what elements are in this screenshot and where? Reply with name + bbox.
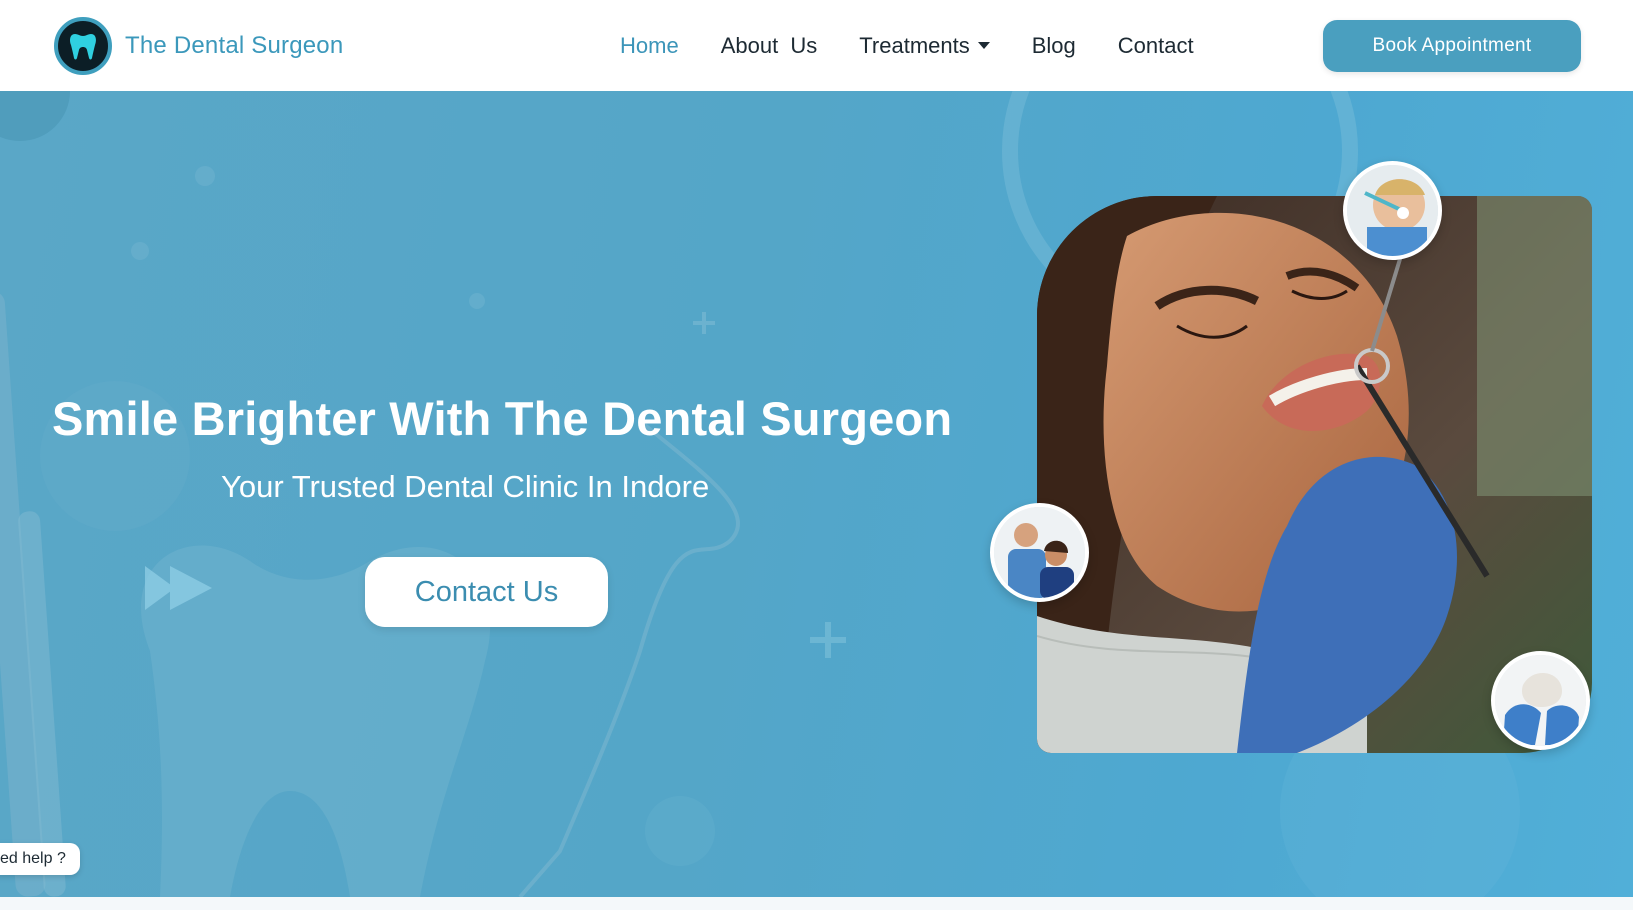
nav-item-about[interactable]: About Us [721,33,818,59]
tooth-icon [54,17,112,75]
brand-logo[interactable]: The Dental Surgeon [54,17,343,75]
need-help-chip[interactable]: ed help ? [0,843,80,875]
child-brushing-teeth-image [1343,161,1442,260]
brand-name: The Dental Surgeon [125,32,344,59]
site-header: The Dental Surgeon Home About Us Treatme… [0,0,1633,91]
nav-item-treatments[interactable]: Treatments [859,32,990,59]
main-nav: Home About Us Treatments Blog Contact [620,0,1236,91]
hero-title: Smile Brighter With The Dental Surgeon [52,392,953,445]
nav-item-blog[interactable]: Blog [1032,33,1076,59]
nav-item-label: Contact [1117,32,1194,58]
contact-us-button[interactable]: Contact Us [365,557,608,627]
nav-item-contact[interactable]: Contact [1118,33,1194,59]
nav-item-label: Blog [1031,32,1076,58]
dental-model-gloves-image [1491,651,1590,750]
nav-item-label: Treatments [859,32,970,58]
hero-subtitle: Your Trusted Dental Clinic In Indore [221,469,710,504]
page-bottom-strip [0,897,1633,910]
nav-item-home[interactable]: Home [620,33,679,59]
dentists-team-image [990,503,1089,602]
nav-item-label: Home [620,32,679,58]
caret-down-icon [977,42,990,49]
hero-section: Smile Brighter With The Dental Surgeon Y… [0,91,1633,897]
book-appointment-button[interactable]: Book Appointment [1323,20,1581,72]
nav-item-label: About Us [720,32,818,58]
